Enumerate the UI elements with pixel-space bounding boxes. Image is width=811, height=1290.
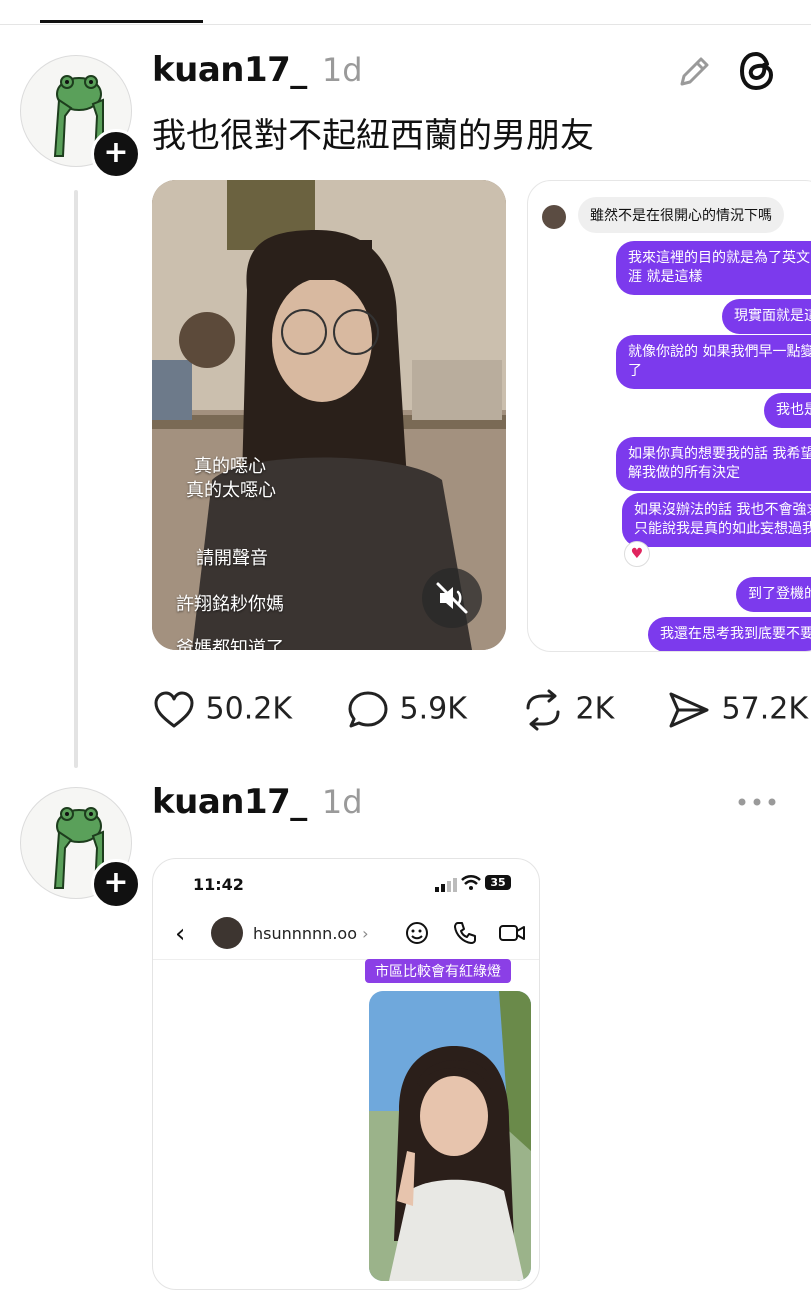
dm-screenshot-media[interactable]: 11:42 35 ‹ hsunnnnn.oo › 市區比較會有紅綠燈 — [152, 858, 540, 1290]
wifi-icon — [461, 875, 481, 895]
signal-icon — [435, 877, 457, 896]
send-icon — [669, 692, 709, 728]
selfie-photo-image — [369, 991, 531, 1281]
repost-icon — [526, 689, 560, 731]
pencil-icon[interactable] — [674, 52, 714, 96]
share-action[interactable]: 57.2K — [666, 688, 808, 732]
active-tab-indicator — [40, 20, 203, 23]
photo-message[interactable] — [369, 991, 531, 1281]
outgoing-message: 市區比較會有紅綠燈 — [365, 959, 511, 983]
thread-line — [74, 190, 78, 768]
reply-action[interactable]: 5.9K — [346, 688, 467, 732]
threads-logo-icon[interactable] — [734, 48, 780, 98]
like-action[interactable]: 50.2K — [152, 688, 292, 732]
outgoing-message: 如果你真的想要我的話 我希望 解我做的所有決定 — [616, 437, 811, 491]
outgoing-message: 如果沒辦法的話 我也不會強求 只能說我是真的如此妄想過我 — [622, 493, 811, 547]
phone-icon[interactable] — [451, 919, 479, 951]
post-header: kuan17_ 1d — [152, 782, 363, 822]
repost-action[interactable]: 2K — [520, 688, 614, 732]
outgoing-message: 我也是 — [764, 393, 811, 428]
video-call-icon[interactable] — [497, 919, 527, 951]
reply-count: 5.9K — [399, 691, 467, 727]
comment-icon — [348, 691, 388, 728]
incoming-message: 雖然不是在很開心的情況下嗎 — [578, 197, 784, 233]
share-count: 57.2K — [721, 691, 809, 727]
caption-line: 真的噁心 — [194, 456, 266, 477]
top-divider — [0, 24, 811, 25]
sticker-icon[interactable] — [403, 919, 431, 951]
battery-icon: 35 — [485, 875, 511, 890]
back-chevron-icon[interactable]: ‹ — [175, 919, 185, 949]
post-time: 1d — [321, 783, 363, 821]
follow-plus-button[interactable]: + — [91, 129, 141, 179]
caption-line: 請開聲音 — [196, 548, 268, 569]
username[interactable]: kuan17_ — [152, 782, 307, 822]
video-media[interactable]: 真的噁心 真的太噁心 請開聲音 許翔銘耖你媽 爸媽都知道了 — [152, 180, 506, 650]
outgoing-message: 到了登機的 — [736, 577, 811, 612]
caption-line: 爸媽都知道了 — [176, 638, 284, 650]
speaker-muted-icon — [436, 582, 468, 614]
more-dots-icon[interactable] — [736, 790, 780, 818]
outgoing-message: 現實面就是這 — [722, 299, 811, 334]
status-time: 11:42 — [193, 875, 244, 894]
contact-name[interactable]: hsunnnnn.oo › — [253, 924, 368, 943]
caption-line: 真的太噁心 — [186, 480, 276, 501]
outgoing-message: 我來這裡的目的就是為了英文 涯 就是這樣 — [616, 241, 811, 295]
caption-line: 許翔銘耖你媽 — [176, 594, 284, 615]
heart-reaction-icon: ♥ — [624, 541, 650, 567]
post-text: 我也很對不起紐西蘭的男朋友 — [152, 116, 594, 156]
follow-plus-button[interactable]: + — [91, 859, 141, 909]
username[interactable]: kuan17_ — [152, 50, 307, 90]
contact-avatar[interactable] — [211, 917, 243, 949]
chat-avatar — [542, 205, 566, 229]
post-header: kuan17_ 1d — [152, 50, 363, 90]
heart-icon — [154, 691, 194, 728]
post-actions: 50.2K 5.9K 2K 57.2K — [152, 688, 811, 736]
chat-screenshot-media[interactable]: 雖然不是在很開心的情況下嗎 我來這裡的目的就是為了英文 涯 就是這樣 現實面就是… — [527, 180, 811, 652]
post-time: 1d — [321, 51, 363, 89]
like-count: 50.2K — [205, 691, 293, 727]
outgoing-message: 就像你說的 如果我們早一點變 了 — [616, 335, 811, 389]
mute-button[interactable] — [422, 568, 482, 628]
outgoing-message: 我還在思考我到底要不要 — [648, 617, 811, 651]
repost-count: 2K — [575, 691, 615, 727]
